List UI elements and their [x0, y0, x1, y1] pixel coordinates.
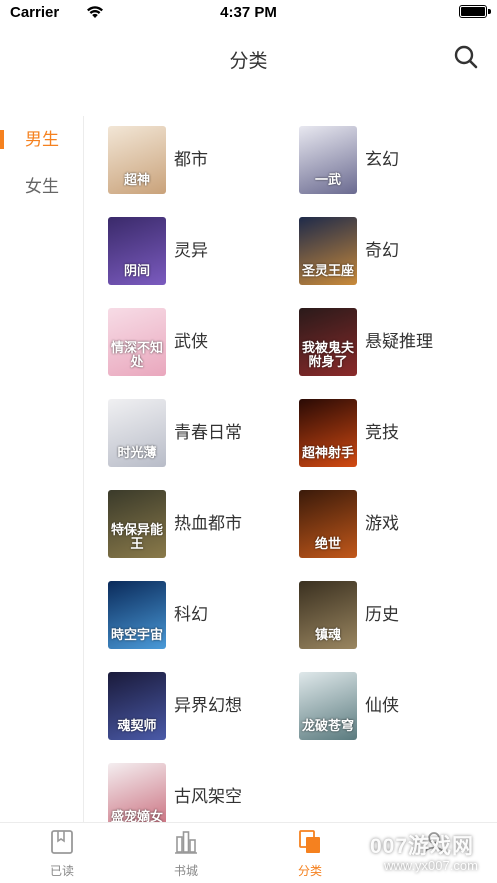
book-cover-title: 龙破苍穹 — [301, 719, 354, 734]
category-label: 武侠 — [174, 332, 208, 351]
category-label: 科幻 — [174, 605, 208, 624]
book-cover-title: 我被鬼夫附身了 — [301, 341, 354, 370]
book-cover-title: 特保异能王 — [110, 523, 163, 552]
category-item[interactable]: 阴间 灵异 — [85, 207, 275, 285]
category-item[interactable]: 魂契师 异界幻想 — [85, 662, 275, 740]
book-cover-title: 阴间 — [123, 264, 150, 279]
category-label: 玄幻 — [365, 150, 399, 169]
book-cover: 盛宠嫡女 — [108, 763, 166, 822]
category-label: 灵异 — [174, 241, 208, 260]
library-icon — [175, 831, 197, 854]
book-cover: 一武 — [299, 126, 357, 194]
category-item[interactable]: 盛宠嫡女 古风架空 — [85, 753, 275, 822]
book-cover: 阴间 — [108, 217, 166, 285]
book-cover-title: 超神 — [123, 173, 150, 188]
category-grid: 超神 都市 一武 玄幻 阴间 灵异 圣灵王座 奇幻 情深不知处 武侠 我被鬼夫附身了 悬疑推理 时光薄青… — [85, 116, 497, 822]
category-item[interactable]: 特保异能王 热血都市 — [85, 480, 275, 558]
category-item[interactable]: 我被鬼夫附身了 悬疑推理 — [276, 298, 466, 376]
book-cover: 镇魂 — [299, 581, 357, 649]
book-cover: 超神射手 — [299, 399, 357, 467]
category-item[interactable]: 镇魂 历史 — [276, 571, 466, 649]
book-cover: 時空宇宙 — [108, 581, 166, 649]
book-cover-title: 超神射手 — [301, 446, 354, 461]
category-item[interactable]: 情深不知处 武侠 — [85, 298, 275, 376]
book-cover-title: 时光薄 — [117, 446, 157, 461]
book-cover-title: 盛宠嫡女 — [110, 810, 163, 823]
book-cover: 圣灵王座 — [299, 217, 357, 285]
tab-label: 已读 — [49, 864, 74, 878]
tab-label: 书城 — [173, 864, 198, 878]
category-item[interactable]: 超神 都市 — [85, 116, 275, 194]
book-cover: 超神 — [108, 126, 166, 194]
sidebar-item-label: 男生 — [25, 130, 59, 149]
tab-label: 分类 — [297, 864, 322, 878]
watermark-url: www.yx007.com — [384, 858, 478, 873]
watermark: 007游戏网 www.yx007.com — [370, 830, 490, 878]
gender-sidebar: 男生 女生 — [0, 116, 84, 822]
page-title: 分类 — [229, 51, 268, 72]
category-label: 仙侠 — [365, 696, 399, 715]
sidebar-item-male[interactable]: 男生 — [0, 116, 83, 163]
book-cover: 时光薄 — [108, 399, 166, 467]
book-cover-title: 時空宇宙 — [110, 628, 163, 643]
book-cover: 魂契师 — [108, 672, 166, 740]
book-cover-title: 一武 — [314, 173, 341, 188]
battery-icon — [459, 5, 491, 18]
book-cover-title: 圣灵王座 — [301, 264, 354, 279]
category-label: 竞技 — [365, 423, 399, 442]
category-label: 青春日常 — [174, 423, 242, 442]
category-item[interactable]: 时光薄 青春日常 — [85, 389, 275, 467]
category-label: 游戏 — [365, 514, 399, 533]
book-cover: 龙破苍穹 — [299, 672, 357, 740]
category-item[interactable]: 時空宇宙 科幻 — [85, 571, 275, 649]
book-cover: 我被鬼夫附身了 — [299, 308, 357, 376]
book-cover-title: 魂契师 — [117, 719, 157, 734]
book-icon — [51, 830, 73, 854]
tab-category[interactable]: 分类 — [248, 823, 372, 883]
tab-bookstore[interactable]: 书城 — [124, 823, 248, 883]
navigation-bar: 分类 — [0, 26, 497, 90]
category-item[interactable]: 龙破苍穹 仙侠 — [276, 662, 466, 740]
tab-read[interactable]: 已读 — [0, 823, 124, 883]
category-label: 古风架空 — [174, 787, 242, 806]
sidebar-item-label: 女生 — [25, 177, 59, 196]
category-label: 都市 — [174, 150, 208, 169]
sidebar-item-female[interactable]: 女生 — [0, 163, 83, 210]
category-item[interactable]: 绝世 游戏 — [276, 480, 466, 558]
active-marker — [0, 130, 4, 149]
category-icon — [299, 830, 320, 853]
search-icon[interactable] — [453, 44, 479, 70]
watermark-text: 007游戏网 — [370, 835, 475, 858]
book-cover-title: 绝世 — [314, 537, 341, 552]
category-label: 奇幻 — [365, 241, 399, 260]
book-cover-title: 镇魂 — [314, 628, 341, 643]
book-cover: 情深不知处 — [108, 308, 166, 376]
category-item[interactable]: 一武 玄幻 — [276, 116, 466, 194]
book-cover-title: 情深不知处 — [110, 341, 163, 370]
category-item[interactable]: 超神射手 竞技 — [276, 389, 466, 467]
book-cover: 特保异能王 — [108, 490, 166, 558]
category-label: 悬疑推理 — [365, 332, 433, 351]
clock: 4:37 PM — [220, 4, 277, 21]
category-label: 热血都市 — [174, 514, 242, 533]
category-label: 历史 — [365, 605, 399, 624]
category-label: 异界幻想 — [174, 696, 242, 715]
status-bar: Carrier 4:37 PM — [0, 0, 497, 26]
book-cover: 绝世 — [299, 490, 357, 558]
category-item[interactable]: 圣灵王座 奇幻 — [276, 207, 466, 285]
